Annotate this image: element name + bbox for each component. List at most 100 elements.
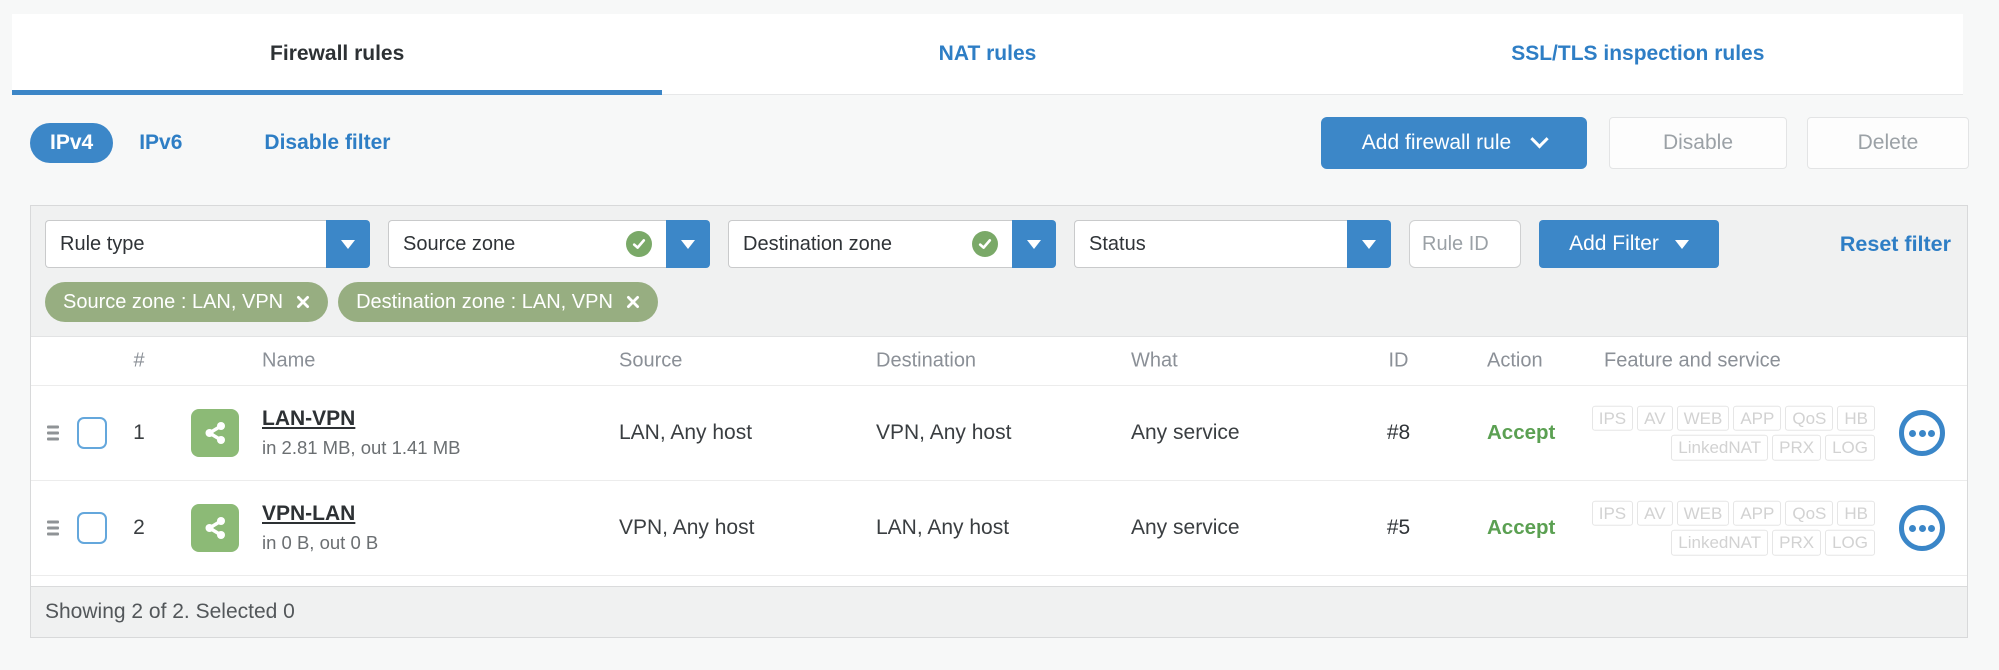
- table-footer: Showing 2 of 2. Selected 0: [31, 586, 1967, 637]
- rule-name-link[interactable]: VPN-LAN: [262, 502, 355, 525]
- caret-down-icon: [1027, 239, 1041, 249]
- table-row: 2 VPN-LAN in 0 B, out 0 B VPN, Any host …: [31, 481, 1967, 576]
- row-checkbox[interactable]: [77, 417, 107, 449]
- rule-type-field: Rule type: [45, 220, 326, 268]
- destination-zone-label: Destination zone: [743, 232, 892, 255]
- badge-app: APP: [1733, 405, 1782, 431]
- active-filter-chips: Source zone : LAN, VPN Destination zone …: [45, 282, 1953, 322]
- firewall-rules-page: Firewall rules NAT rules SSL/TLS inspect…: [0, 0, 1999, 670]
- badge-qos: QoS: [1785, 405, 1834, 431]
- table-row: 1 LAN-VPN in 2.81 MB, out 1.41 MB LAN, A…: [31, 386, 1967, 481]
- network-rule-share-icon: [191, 409, 239, 457]
- showing-summary: Showing 2 of 2. Selected 0: [45, 600, 295, 623]
- rule-destination: VPN, Any host: [876, 421, 1012, 444]
- chip-label: Destination zone : LAN, VPN: [356, 290, 613, 313]
- badge-hb: HB: [1837, 405, 1875, 431]
- col-index: #: [133, 349, 145, 372]
- status-field: Status: [1074, 220, 1347, 268]
- source-zone-select[interactable]: Source zone: [388, 220, 710, 268]
- source-zone-label: Source zone: [403, 232, 516, 255]
- rule-destination: LAN, Any host: [876, 516, 1010, 539]
- add-firewall-rule-label: Add firewall rule: [1361, 131, 1512, 154]
- reset-filter-link[interactable]: Reset filter: [1840, 232, 1953, 257]
- dropdown-button[interactable]: [326, 220, 370, 268]
- badge-ips: IPS: [1591, 405, 1634, 431]
- add-firewall-rule-button[interactable]: Add firewall rule: [1321, 117, 1587, 169]
- feature-badges: IPS AV WEB APP QoS HB LinkedNAT PRX LOG: [1591, 405, 1875, 461]
- row-index: 1: [133, 421, 145, 444]
- rule-name-link[interactable]: LAN-VPN: [262, 407, 355, 430]
- rule-name-cell: VPN-LAN in 0 B, out 0 B: [262, 502, 378, 554]
- row-more-actions-icon[interactable]: [1899, 505, 1945, 551]
- filter-chip-destination-zone[interactable]: Destination zone : LAN, VPN: [338, 282, 658, 322]
- tab-nat-rules[interactable]: NAT rules: [662, 14, 1312, 94]
- add-filter-label: Add Filter: [1569, 232, 1659, 255]
- remove-chip-icon[interactable]: [296, 295, 310, 309]
- tab-ssl-tls-inspection-rules[interactable]: SSL/TLS inspection rules: [1313, 14, 1963, 94]
- filter-chip-source-zone[interactable]: Source zone : LAN, VPN: [45, 282, 329, 322]
- tab-label: Firewall rules: [270, 42, 405, 65]
- toolbar: IPv4 IPv6 Disable filter Add firewall ru…: [30, 116, 1969, 170]
- rule-action: Accept: [1487, 421, 1556, 444]
- chevron-down-icon: [1530, 129, 1549, 148]
- destination-zone-select[interactable]: Destination zone: [728, 220, 1056, 268]
- disable-filter-link[interactable]: Disable filter: [264, 131, 390, 155]
- dropdown-button[interactable]: [1012, 220, 1056, 268]
- rule-traffic: in 2.81 MB, out 1.41 MB: [262, 437, 461, 458]
- disable-button[interactable]: Disable: [1609, 117, 1787, 169]
- rule-traffic: in 0 B, out 0 B: [262, 532, 379, 553]
- rule-type-select[interactable]: Rule type: [45, 220, 370, 268]
- delete-button[interactable]: Delete: [1807, 117, 1969, 169]
- rule-action: Accept: [1487, 516, 1556, 539]
- row-index: 2: [133, 516, 145, 539]
- ipv4-toggle[interactable]: IPv4: [30, 123, 114, 163]
- network-rule-share-icon: [191, 504, 239, 552]
- rule-id: #5: [1386, 516, 1411, 539]
- drag-handle-icon[interactable]: [47, 425, 59, 441]
- add-filter-button[interactable]: Add Filter: [1539, 220, 1719, 268]
- dropdown-button[interactable]: [666, 220, 710, 268]
- col-feature-and-service: Feature and service: [1604, 349, 1781, 372]
- rule-what: Any service: [1131, 421, 1240, 444]
- feature-badges: IPS AV WEB APP QoS HB LinkedNAT PRX LOG: [1591, 500, 1875, 556]
- col-name: Name: [262, 349, 316, 372]
- ipv6-toggle[interactable]: IPv6: [139, 131, 182, 155]
- badge-ips: IPS: [1591, 500, 1634, 526]
- table-header: # Name Source Destination What ID Action…: [31, 336, 1967, 386]
- filter-applied-check-icon: [626, 231, 652, 257]
- filter-area: Rule type Source zone Destination zone S…: [31, 206, 1967, 336]
- status-label: Status: [1089, 232, 1146, 255]
- badge-log: LOG: [1825, 435, 1875, 461]
- caret-down-icon: [1674, 239, 1689, 249]
- col-source: Source: [619, 349, 683, 372]
- chip-label: Source zone : LAN, VPN: [63, 290, 284, 313]
- tab-label: SSL/TLS inspection rules: [1511, 42, 1765, 65]
- badge-qos: QoS: [1785, 500, 1834, 526]
- remove-chip-icon[interactable]: [626, 295, 640, 309]
- caret-down-icon: [341, 239, 355, 249]
- col-id: ID: [1388, 349, 1409, 372]
- col-action: Action: [1487, 349, 1543, 372]
- dropdown-button[interactable]: [1347, 220, 1391, 268]
- badge-hb: HB: [1837, 500, 1875, 526]
- rule-source: LAN, Any host: [619, 421, 753, 444]
- badge-app: APP: [1733, 500, 1782, 526]
- badge-web: WEB: [1676, 500, 1730, 526]
- col-destination: Destination: [876, 349, 977, 372]
- rules-panel: Rule type Source zone Destination zone S…: [30, 205, 1968, 638]
- badge-av: AV: [1637, 500, 1673, 526]
- rule-id-input[interactable]: [1409, 220, 1521, 268]
- filter-applied-check-icon: [972, 231, 998, 257]
- drag-handle-icon[interactable]: [47, 520, 59, 536]
- badge-web: WEB: [1676, 405, 1730, 431]
- row-more-actions-icon[interactable]: [1899, 410, 1945, 456]
- rule-source: VPN, Any host: [619, 516, 755, 539]
- caret-down-icon: [1362, 239, 1376, 249]
- table-bottom-gap: [31, 576, 1967, 586]
- badge-prx: PRX: [1772, 530, 1822, 556]
- source-zone-field: Source zone: [388, 220, 666, 268]
- status-select[interactable]: Status: [1074, 220, 1391, 268]
- row-checkbox[interactable]: [77, 512, 107, 544]
- tab-firewall-rules[interactable]: Firewall rules: [12, 14, 663, 95]
- tab-label: NAT rules: [938, 42, 1037, 65]
